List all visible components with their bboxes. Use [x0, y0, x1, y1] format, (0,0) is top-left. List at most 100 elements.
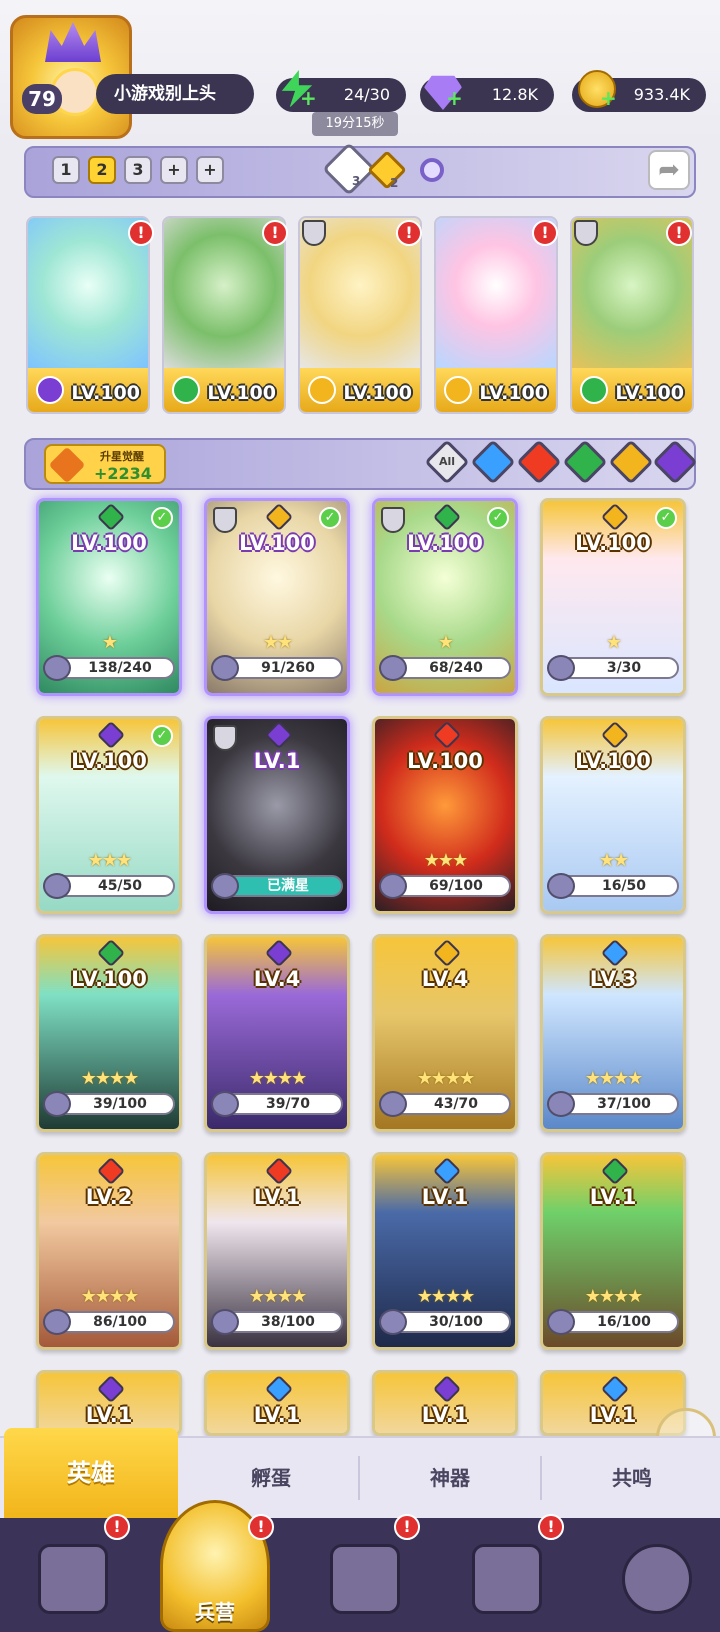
hero-card[interactable]: LV.100 ★★★★ 39/100 — [36, 934, 182, 1132]
star-rating: ★★★★ — [248, 1286, 308, 1307]
hero-level: LV.100 — [239, 531, 315, 555]
hero-level: LV.1 — [253, 749, 301, 773]
guild-icon — [622, 1544, 692, 1614]
search-icon[interactable] — [420, 158, 444, 182]
shard-icon — [379, 655, 407, 681]
hero-card[interactable]: LV.1 — [372, 1370, 518, 1436]
awaken-button[interactable]: 升星觉醒 +2234 — [44, 444, 166, 484]
light-element-icon — [308, 376, 336, 404]
hero-level: LV.100 — [407, 531, 483, 555]
shard-icon — [211, 873, 239, 899]
hero-card[interactable]: LV.100 ★★★ 69/100 — [372, 716, 518, 914]
shard-icon — [379, 873, 407, 899]
in-team-check-icon: ✓ — [319, 507, 341, 529]
star-rating: ★★★★ — [584, 1068, 644, 1089]
cards-icon — [38, 1544, 108, 1614]
team-slot-1[interactable]: 1 — [52, 156, 80, 184]
shard-icon — [211, 1091, 239, 1117]
alert-icon: ! — [262, 220, 288, 246]
team-slot-2[interactable]: 2 — [88, 156, 116, 184]
team-hero-card-1[interactable]: LV.100 — [26, 216, 150, 414]
hero-level: LV.100 — [343, 382, 412, 404]
tab-divider — [358, 1456, 360, 1500]
shield-icon — [574, 220, 598, 246]
add-gems-icon[interactable]: + — [446, 86, 463, 110]
hero-level: LV.100 — [615, 382, 684, 404]
light-element-icon — [444, 376, 472, 404]
shard-icon — [211, 655, 239, 681]
hero-level: LV.2 — [85, 1185, 133, 1209]
hero-level: LV.100 — [207, 382, 276, 404]
hero-level: LV.1 — [589, 1185, 637, 1209]
hero-card[interactable]: LV.3 ★★★★ 37/100 — [540, 934, 686, 1132]
hero-card[interactable]: LV.1 — [36, 1370, 182, 1436]
hero-level: LV.100 — [479, 382, 548, 404]
awaken-value: +2234 — [94, 464, 152, 483]
tab-artifact[interactable]: 神器 — [362, 1458, 538, 1498]
hero-card[interactable]: LV.1 ★★★★ 38/100 — [204, 1152, 350, 1350]
shard-icon — [547, 1091, 575, 1117]
hero-card[interactable]: LV.1 ★★★★ 16/100 — [540, 1152, 686, 1350]
hero-card[interactable]: LV.2 ★★★★ 86/100 — [36, 1152, 182, 1350]
share-icon[interactable]: ➦ — [648, 150, 690, 190]
alert-icon: ! — [248, 1514, 274, 1540]
hero-card[interactable]: ✓ LV.100 ★ 138/240 — [36, 498, 182, 696]
hero-card[interactable]: ✓ LV.100 ★★★ 45/50 — [36, 716, 182, 914]
add-coins-icon[interactable]: + — [600, 86, 617, 110]
team-slot-3[interactable]: 3 — [124, 156, 152, 184]
shard-icon — [547, 873, 575, 899]
alert-icon: ! — [104, 1514, 130, 1540]
star-rating: ★★ — [262, 632, 293, 653]
dark-element-icon — [36, 376, 64, 404]
star-rating: ★★★ — [423, 850, 468, 871]
hero-card[interactable]: LV.4 ★★★★ 43/70 — [372, 934, 518, 1132]
filter-all-label: All — [438, 455, 456, 468]
team-hero-card-2[interactable]: LV.100 — [162, 216, 286, 414]
alert-icon: ! — [666, 220, 692, 246]
nav-map[interactable] — [314, 1530, 410, 1626]
in-team-check-icon: ✓ — [655, 507, 677, 529]
star-rating: ★★ — [598, 850, 629, 871]
hero-card[interactable]: ✓ LV.100 ★★ 91/260 — [204, 498, 350, 696]
tab-resonance[interactable]: 共鸣 — [544, 1458, 720, 1498]
nav-castle[interactable] — [456, 1530, 552, 1626]
nature-element-icon — [580, 376, 608, 404]
hero-level: LV.1 — [421, 1185, 469, 1209]
hero-level: LV.100 — [71, 749, 147, 773]
hero-level: LV.1 — [85, 1403, 133, 1427]
team-slot-add-2[interactable]: + — [196, 156, 224, 184]
star-rating: ★★★★ — [416, 1068, 476, 1089]
hero-level: LV.100 — [407, 749, 483, 773]
hero-card[interactable]: ✓ LV.100 ★ 3/30 — [540, 498, 686, 696]
tab-hatch[interactable]: 孵蛋 — [186, 1458, 356, 1498]
in-team-check-icon: ✓ — [151, 725, 173, 747]
nav-guild[interactable] — [606, 1530, 702, 1626]
hero-card[interactable]: LV.100 ★★ 16/50 — [540, 716, 686, 914]
star-rating: ★★★★ — [80, 1286, 140, 1307]
shard-icon — [211, 1309, 239, 1335]
hero-card[interactable]: LV.1 — [204, 1370, 350, 1436]
team-slot-add-1[interactable]: + — [160, 156, 188, 184]
hero-level: LV.3 — [589, 967, 637, 991]
star-rating: ★★★★ — [80, 1068, 140, 1089]
alert-icon: ! — [394, 1514, 420, 1540]
player-name[interactable]: 小游戏别上头 — [96, 74, 254, 114]
pentagram-gold-count: 2 — [390, 176, 399, 190]
shard-icon — [43, 655, 71, 681]
shard-icon — [379, 1309, 407, 1335]
shard-icon — [43, 1309, 71, 1335]
tab-hero[interactable]: 英雄 — [4, 1428, 178, 1518]
nav-cards[interactable] — [22, 1530, 118, 1626]
hero-card[interactable]: LV.1 ★★★★ 30/100 — [372, 1152, 518, 1350]
shard-icon — [547, 655, 575, 681]
star-rating: ★★★ — [87, 850, 132, 871]
hero-card[interactable]: ✓ LV.100 ★ 68/240 — [372, 498, 518, 696]
hero-level: LV.100 — [71, 531, 147, 555]
hero-card[interactable]: LV.4 ★★★★ 39/70 — [204, 934, 350, 1132]
hero-card[interactable]: LV.1 已满星 — [204, 716, 350, 914]
team-hero-card-4[interactable]: LV.100 — [434, 216, 558, 414]
hero-level: LV.4 — [253, 967, 301, 991]
hero-level: LV.1 — [253, 1185, 301, 1209]
alert-icon: ! — [538, 1514, 564, 1540]
add-energy-icon[interactable]: + — [300, 86, 317, 110]
